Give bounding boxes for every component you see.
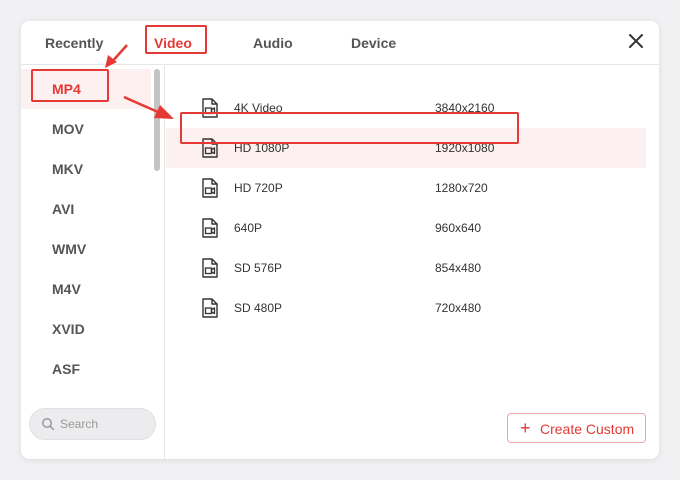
format-sidebar: MP4 MOV MKV AVI WMV M4V XVID ASF xyxy=(21,66,165,459)
format-item-avi[interactable]: AVI xyxy=(21,189,151,229)
format-item-mkv[interactable]: MKV xyxy=(21,149,151,189)
video-file-icon xyxy=(202,98,218,118)
preset-row[interactable]: 4K Video 3840x2160 xyxy=(166,88,646,128)
preset-resolution: 960x640 xyxy=(435,221,482,235)
format-item-asf[interactable]: ASF xyxy=(21,349,151,389)
plus-icon: + xyxy=(520,418,531,438)
format-item-mp4[interactable]: MP4 xyxy=(21,69,151,109)
video-file-icon xyxy=(202,218,218,238)
preset-name: 640P xyxy=(234,221,263,235)
tab-recently[interactable]: Recently xyxy=(45,35,103,51)
preset-row-selected[interactable]: HD 1080P 1920x1080 xyxy=(166,128,646,168)
tab-video[interactable]: Video xyxy=(154,35,192,51)
preset-row[interactable]: SD 576P 854x480 xyxy=(166,248,646,288)
preset-name: SD 576P xyxy=(234,261,283,275)
format-item-wmv[interactable]: WMV xyxy=(21,229,151,269)
format-item-xvid[interactable]: XVID xyxy=(21,309,151,349)
video-file-icon xyxy=(202,138,218,158)
format-item-m4v[interactable]: M4V xyxy=(21,269,151,309)
preset-name: HD 720P xyxy=(234,181,283,195)
create-custom-label: Create Custom xyxy=(540,421,635,437)
sidebar-scrollbar[interactable] xyxy=(154,69,160,171)
format-item-mov[interactable]: MOV xyxy=(21,109,151,149)
preset-row[interactable]: HD 720P 1280x720 xyxy=(166,168,646,208)
preset-name: HD 1080P xyxy=(234,141,290,155)
preset-resolution: 1920x1080 xyxy=(435,141,495,155)
preset-name: SD 480P xyxy=(234,301,283,315)
category-tabs: Recently Video Audio Device xyxy=(21,21,659,65)
tab-audio[interactable]: Audio xyxy=(253,35,293,51)
create-custom-button[interactable]: + Create Custom xyxy=(507,413,646,443)
preset-resolution: 720x480 xyxy=(435,301,482,315)
preset-resolution: 854x480 xyxy=(435,261,482,275)
tab-device[interactable]: Device xyxy=(351,35,396,51)
video-file-icon xyxy=(202,178,218,198)
video-file-icon xyxy=(202,258,218,278)
preset-resolution: 3840x2160 xyxy=(435,101,495,115)
video-file-icon xyxy=(202,298,218,318)
search-icon xyxy=(42,418,55,431)
search-box[interactable] xyxy=(29,408,156,440)
preset-row[interactable]: 640P 960x640 xyxy=(166,208,646,248)
preset-row[interactable]: SD 480P 720x480 xyxy=(166,288,646,328)
preset-resolution: 1280x720 xyxy=(435,181,488,195)
preset-list: 4K Video 3840x2160 HD 1080P 1920x1080 HD… xyxy=(166,66,659,366)
format-dialog: Recently Video Audio Device MP4 MOV MKV … xyxy=(21,21,659,459)
close-icon[interactable] xyxy=(625,30,647,52)
preset-name: 4K Video xyxy=(234,101,283,115)
search-input[interactable] xyxy=(60,415,150,433)
